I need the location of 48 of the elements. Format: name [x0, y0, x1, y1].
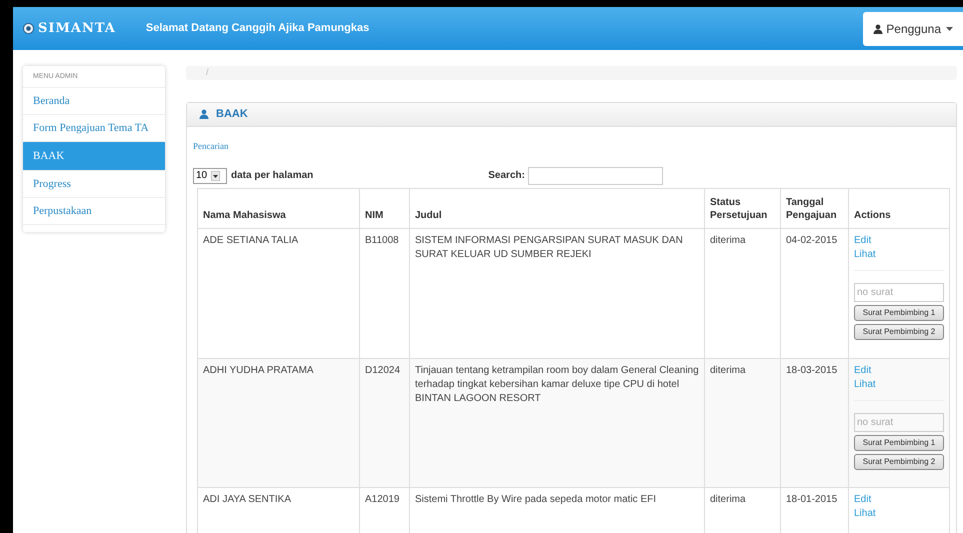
edit-link[interactable]: Edit — [854, 234, 944, 248]
column-header: Judul — [410, 188, 704, 228]
sidebar-item[interactable]: Perpustakaan — [23, 198, 165, 224]
sidebar-item[interactable]: Progress — [23, 170, 165, 198]
table-cell: 04-02-2015 — [780, 228, 848, 358]
dropdown-icon — [211, 170, 220, 180]
table-cell: diterima — [704, 358, 780, 487]
panel-title: BAAK — [216, 106, 248, 122]
page-size-select[interactable]: 10 — [193, 168, 227, 184]
view-link[interactable]: Lihat — [854, 378, 944, 392]
table-cell: D12024 — [360, 358, 410, 487]
view-link[interactable]: Lihat — [854, 506, 944, 520]
column-header: NIM — [360, 188, 410, 228]
user-menu-button[interactable]: Pengguna — [863, 12, 963, 46]
table-cell: 18-03-2015 — [780, 358, 848, 487]
letter-button[interactable]: Surat Pembimbing 2 — [854, 324, 944, 340]
letter-button[interactable]: Surat Pembimbing 1 — [854, 304, 944, 320]
sidebar-item[interactable]: Beranda — [23, 88, 165, 114]
column-header: Tanggal Pengajuan — [780, 188, 848, 228]
letter-number-field[interactable]: no surat — [854, 412, 944, 432]
welcome-text: Selamat Datang Canggih Ajika Pamungkas — [146, 21, 370, 36]
table-cell: B11008 — [360, 228, 410, 358]
letter-button[interactable]: Surat Pembimbing 2 — [854, 454, 944, 470]
table-cell: ADI JAYA SENTIKA — [198, 487, 360, 533]
table-cell: SISTEM INFORMASI PENGARSIPAN SURAT MASUK DAN SURAT KELUAR UD SUMBER REJEKI — [410, 228, 704, 358]
page-size-label: data per halaman — [231, 169, 314, 183]
brand-logo[interactable]: SIMANTA — [38, 18, 116, 38]
letter-button[interactable]: Surat Pembimbing 1 — [854, 434, 944, 450]
search-link[interactable]: Pencarian — [193, 140, 228, 150]
letter-number-field[interactable]: no surat — [854, 282, 944, 302]
breadcrumb: / — [186, 66, 957, 80]
column-header: Actions — [848, 188, 950, 228]
sidebar-item[interactable]: BAAK — [23, 142, 165, 170]
edit-link[interactable]: Edit — [854, 364, 944, 378]
column-header: Status Persetujuan — [704, 188, 780, 228]
column-header: Nama Mahasiswa — [198, 188, 360, 228]
table-cell: Tinjauan tentang ketrampilan room boy dalam General Cleaning terhadap tingkat kebersihan kamar deluxe tipe CPU di hotel BINTAN LAGOON RESORT — [410, 358, 704, 487]
search-field[interactable] — [528, 166, 663, 184]
caret-icon — [946, 26, 953, 30]
edit-link[interactable]: Edit — [854, 492, 944, 506]
user-icon — [199, 109, 209, 119]
table-cell: ADHI YUDHA PRATAMA — [198, 358, 360, 487]
logo-icon — [23, 23, 34, 34]
view-link[interactable]: Lihat — [854, 248, 944, 262]
search-label: Search: — [488, 169, 525, 183]
table-cell: ADE SETIANA TALIA — [198, 228, 360, 358]
table-cell: diterima — [704, 228, 780, 358]
user-icon — [873, 24, 884, 34]
